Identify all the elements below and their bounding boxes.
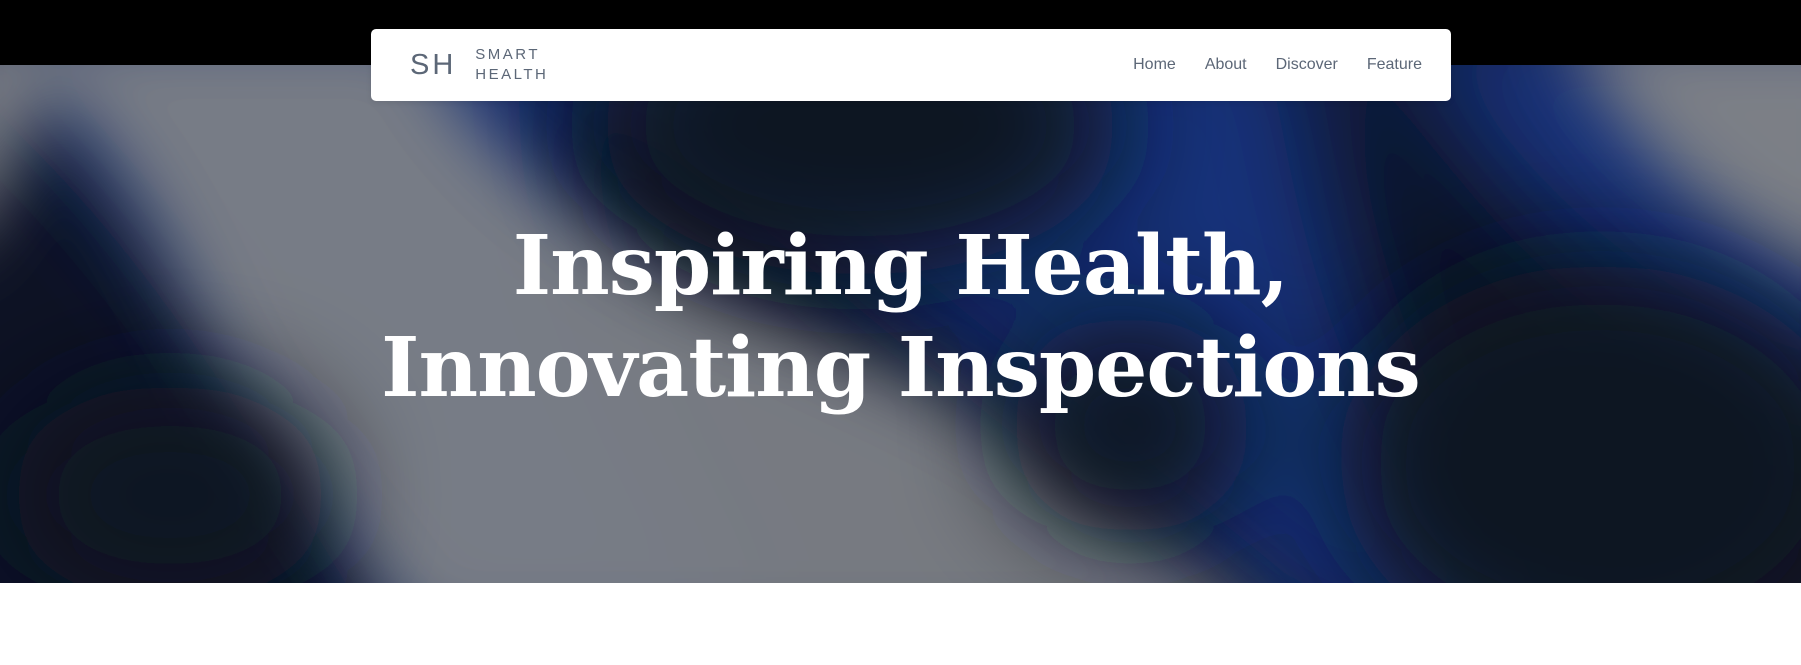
nav-link-feature[interactable]: Feature <box>1367 56 1422 74</box>
hero-title-line-2: Innovating Inspections <box>381 320 1421 416</box>
brand-name-line-2: HEALTH <box>475 66 549 83</box>
brand-name: SMART HEALTH <box>475 45 548 85</box>
page: Inspiring Health, Innovating Inspections… <box>0 0 1801 665</box>
nav-link-about[interactable]: About <box>1205 56 1247 74</box>
main-nav: Home About Discover Feature <box>1104 29 1422 101</box>
hero-section: Inspiring Health, Innovating Inspections <box>0 65 1801 583</box>
hero-title-line-1: Inspiring Health, <box>512 218 1289 314</box>
brand-mark: SH <box>410 48 457 81</box>
hero-title: Inspiring Health, Innovating Inspections <box>0 215 1801 419</box>
nav-link-discover[interactable]: Discover <box>1276 56 1338 74</box>
brand-logo[interactable]: SH SMART HEALTH <box>410 29 548 101</box>
navbar: SH SMART HEALTH Home About Discover Feat… <box>371 29 1451 101</box>
brand-name-line-1: SMART <box>475 46 541 63</box>
nav-link-home[interactable]: Home <box>1133 56 1176 74</box>
